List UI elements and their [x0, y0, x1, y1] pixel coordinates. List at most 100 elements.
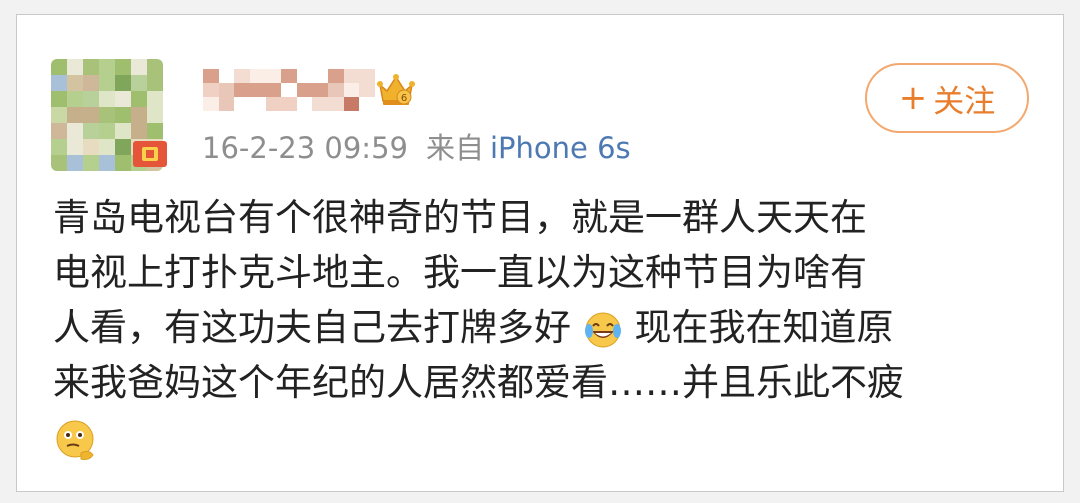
- avatar-mosaic-cell: [115, 91, 131, 107]
- username-mosaic-cell: [203, 83, 219, 97]
- post-body: 青岛电视台有个很神奇的节目，就是一群人天天在 电视上打扑克斗地主。我一直以为这种…: [53, 190, 1053, 465]
- avatar-mosaic-cell: [99, 123, 115, 139]
- username-mosaic-cell: [343, 69, 360, 83]
- crown-badge-icon: 6: [377, 74, 415, 105]
- username-mosaic-cell: [234, 97, 250, 111]
- username-mosaic-cell: [265, 69, 282, 83]
- avatar-mosaic-cell: [67, 139, 83, 155]
- avatar-mosaic-cell: [83, 139, 99, 155]
- username-mosaic-cell: [249, 97, 266, 111]
- post-line-4: 来我爸妈这个年纪的人居然都爱看……并且乐此不疲: [53, 361, 904, 404]
- username-mosaic-cell: [296, 97, 313, 111]
- username-mosaic-cell: [203, 69, 219, 83]
- avatar-mosaic-cell: [147, 75, 163, 91]
- username-mosaic-cell: [249, 83, 266, 97]
- username-mosaic-cell: [296, 69, 313, 83]
- avatar-mosaic-cell: [83, 123, 99, 139]
- username-mosaic-cell: [312, 83, 329, 97]
- post-line-2: 电视上打扑克斗地主。我一直以为这种节目为啥有: [53, 251, 867, 294]
- avatar-mosaic-cell: [51, 75, 67, 91]
- username-mosaic-cell: [281, 83, 297, 97]
- avatar-mosaic-cell: [83, 75, 99, 91]
- avatar-mosaic-cell: [99, 107, 115, 123]
- username-mosaic-cell: [265, 97, 282, 111]
- avatar-mosaic-cell: [115, 155, 131, 171]
- username-mosaic-cell: [265, 83, 282, 97]
- username-mosaic-cell: [343, 83, 360, 97]
- username-mosaic-cell: [328, 83, 344, 97]
- avatar-mosaic-cell: [115, 123, 131, 139]
- avatar-mosaic-cell: [115, 107, 131, 123]
- post-line-5: [53, 410, 1053, 465]
- avatar-mosaic-cell: [83, 59, 99, 75]
- username-mosaic-cell: [312, 69, 329, 83]
- avatar-mosaic-cell: [115, 59, 131, 75]
- follow-button[interactable]: + 关注: [865, 63, 1029, 133]
- avatar-mosaic-cell: [131, 123, 147, 139]
- username-mosaic-cell: [328, 69, 344, 83]
- username-mosaic-cell: [359, 97, 375, 111]
- username-mosaic-cell: [218, 69, 235, 83]
- avatar-mosaic-cell: [99, 59, 115, 75]
- avatar-mosaic-cell: [115, 75, 131, 91]
- username-mosaic-cell: [234, 83, 250, 97]
- avatar-mosaic-cell: [51, 59, 67, 75]
- avatar-mosaic-cell: [67, 91, 83, 107]
- avatar-mosaic-cell: [51, 107, 67, 123]
- username-mosaic-cell: [328, 97, 344, 111]
- avatar-mosaic-cell: [67, 75, 83, 91]
- avatar-mosaic-cell: [99, 139, 115, 155]
- avatar-mosaic-cell: [99, 155, 115, 171]
- weibo-post-card: 6 16-2-23 09:59 来自 iPhone 6s + 关注 青岛电视台有个很…: [16, 14, 1064, 492]
- username-mosaic-cell: [218, 97, 235, 111]
- avatar-mosaic-cell: [147, 59, 163, 75]
- avatar-mosaic-cell: [51, 139, 67, 155]
- avatar-mosaic-cell: [99, 75, 115, 91]
- username-mosaic-cell: [281, 97, 297, 111]
- follow-label: 关注: [933, 83, 996, 120]
- source-device-link[interactable]: iPhone 6s: [490, 131, 631, 165]
- thinking-emoji-icon: [56, 420, 94, 460]
- avatar-mosaic-cell: [83, 91, 99, 107]
- avatar-mosaic-cell: [67, 107, 83, 123]
- username-mosaic-cell: [281, 69, 297, 83]
- post-meta: 16-2-23 09:59 来自 iPhone 6s: [202, 128, 631, 168]
- username-mosaic-cell: [218, 83, 235, 97]
- post-line-1: 青岛电视台有个很神奇的节目，就是一群人天天在: [53, 196, 867, 239]
- avatar-mosaic-cell: [51, 91, 67, 107]
- avatar-mosaic-cell: [99, 91, 115, 107]
- avatar-mosaic-cell: [67, 123, 83, 139]
- username-mosaic-cell: [203, 97, 219, 111]
- laughing-tears-emoji-icon: [584, 312, 621, 347]
- post-line-3: 人看，有这功夫自己去打牌多好 现在我在知道原: [53, 300, 1053, 355]
- avatar-mosaic-cell: [67, 59, 83, 75]
- avatar-mosaic-cell: [147, 123, 163, 139]
- post-line-3b: 现在我在知道原: [634, 306, 894, 349]
- username-mosaic-cell: [359, 69, 375, 83]
- avatar-mosaic-cell: [83, 107, 99, 123]
- username-mosaic-cell: [312, 97, 329, 111]
- username-mosaic-cell: [359, 83, 375, 97]
- avatar-mosaic-cell: [131, 107, 147, 123]
- username-mosaic-cell: [296, 83, 313, 97]
- username-mosaic-cell: [343, 97, 360, 111]
- avatar-mosaic-cell: [147, 91, 163, 107]
- verified-badge-icon: [133, 141, 167, 167]
- username-pixelated[interactable]: [203, 69, 375, 111]
- source-prefix: 来自: [425, 131, 484, 165]
- avatar-mosaic-cell: [131, 59, 147, 75]
- avatar-mosaic-cell: [131, 91, 147, 107]
- avatar-mosaic-cell: [115, 139, 131, 155]
- avatar-mosaic-cell: [147, 107, 163, 123]
- plus-icon: +: [898, 78, 928, 118]
- avatar-mosaic-cell: [51, 155, 67, 171]
- avatar-mosaic-cell: [131, 75, 147, 91]
- avatar-mosaic-cell: [67, 155, 83, 171]
- post-timestamp: 16-2-23 09:59: [202, 131, 408, 165]
- post-line-3a: 人看，有这功夫自己去打牌多好: [53, 306, 571, 349]
- username-mosaic-cell: [249, 69, 266, 83]
- username-mosaic-cell: [234, 69, 250, 83]
- svg-text:6: 6: [401, 93, 407, 104]
- avatar-mosaic-cell: [51, 123, 67, 139]
- avatar-mosaic-cell: [83, 155, 99, 171]
